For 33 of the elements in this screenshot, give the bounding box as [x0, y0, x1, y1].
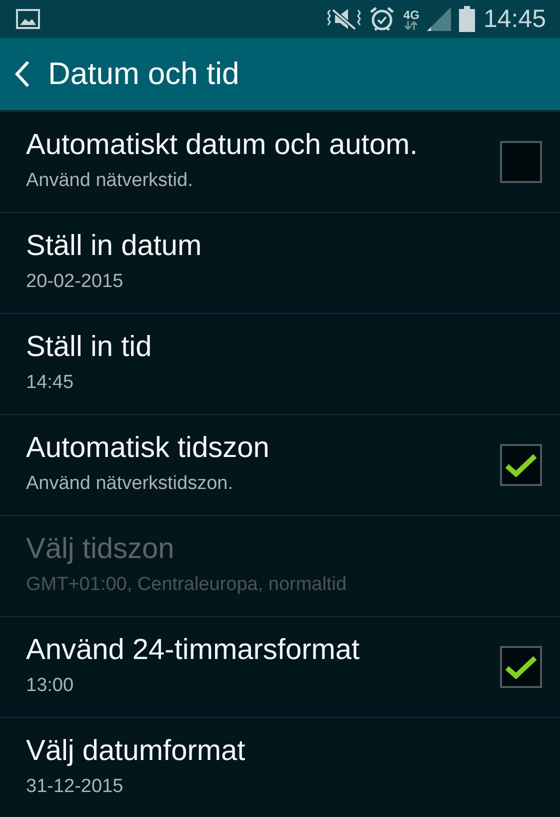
mute-vibrate-icon [327, 7, 362, 31]
settings-row[interactable]: Ställ in datum 20-02-2015 [0, 213, 560, 314]
checkbox[interactable] [500, 646, 542, 688]
setting-summary: 13:00 [26, 674, 75, 698]
alarm-icon [369, 6, 396, 32]
setting-summary: 14:45 [26, 371, 75, 396]
settings-row[interactable]: Ställ in tid 14:45 [0, 314, 560, 415]
setting-title: Ställ in datum [26, 229, 203, 264]
setting-title: Använd 24-timmarsformat [26, 633, 361, 668]
checkbox[interactable] [500, 141, 542, 183]
setting-summary: 31-12-2015 [26, 775, 124, 800]
setting-summary: 20-02-2015 [26, 270, 124, 294]
signal-icon [427, 7, 452, 31]
settings-row[interactable]: Använd 24-timmarsformat 13:00 [0, 617, 560, 718]
checkbox[interactable] [500, 444, 542, 486]
clock-time: 14:45 [483, 6, 546, 32]
back-icon[interactable] [14, 60, 30, 88]
setting-title: Automatisk tidszon [26, 431, 270, 466]
screen-title: Datum och tid [48, 54, 240, 93]
setting-title: Ställ in tid [26, 330, 153, 366]
gallery-icon [16, 9, 40, 29]
battery-icon [459, 6, 476, 32]
settings-row[interactable]: Automatisk tidszon Använd nätverkstidszon. [0, 415, 560, 516]
data-arrows-icon [404, 20, 418, 30]
network-type: 4G [403, 8, 420, 20]
setting-summary: GMT+01:00, Centraleuropa, normaltid [26, 573, 348, 598]
setting-title: Välj tidszon [26, 532, 176, 568]
settings-row[interactable]: Välj datumformat 31-12-2015 [0, 718, 560, 817]
setting-summary: Använd nätverkstid. [26, 169, 194, 194]
setting-title: Automatiskt datum och autom. [26, 128, 419, 164]
setting-title: Välj datumformat [26, 734, 246, 770]
setting-summary: Använd nätverkstidszon. [26, 472, 234, 496]
settings-row[interactable]: Automatiskt datum och autom. Använd nätverkstid. [0, 112, 560, 213]
